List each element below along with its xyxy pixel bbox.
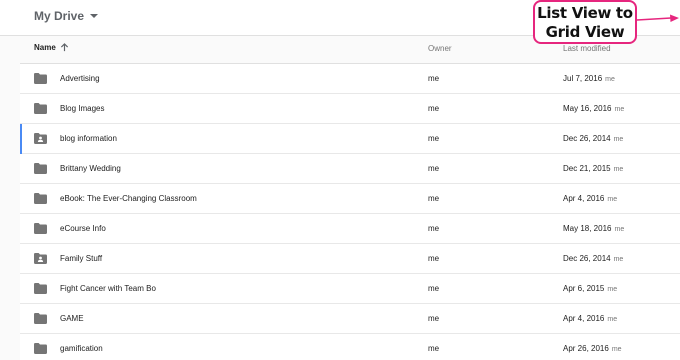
modified-date: Dec 26, 2014 bbox=[563, 254, 611, 263]
file-owner: me bbox=[428, 134, 440, 143]
drive-title: My Drive bbox=[34, 9, 85, 23]
file-owner: me bbox=[428, 284, 440, 293]
file-row[interactable]: eCourse Info me May 18, 2016 me bbox=[20, 214, 680, 244]
file-owner: me bbox=[428, 314, 440, 323]
file-list: Advertising me Jul 7, 2016 me Blog Images… bbox=[20, 64, 680, 360]
folder-icon bbox=[34, 163, 47, 174]
file-owner: me bbox=[428, 104, 440, 113]
modified-by: me bbox=[613, 256, 624, 263]
file-modified: Dec 21, 2015 me bbox=[563, 164, 623, 173]
arrow-up-icon bbox=[60, 43, 68, 52]
folder-icon bbox=[34, 73, 47, 84]
modified-by: me bbox=[613, 166, 624, 173]
file-name: eCourse Info bbox=[60, 224, 106, 233]
modified-by: me bbox=[614, 226, 625, 233]
file-name: eBook: The Ever-Changing Classroom bbox=[60, 194, 197, 203]
modified-by: me bbox=[613, 136, 624, 143]
folder-icon bbox=[34, 223, 47, 234]
file-row[interactable]: gamification me Apr 26, 2016 me bbox=[20, 334, 680, 360]
shared-folder-icon bbox=[34, 133, 47, 144]
modified-by: me bbox=[614, 106, 625, 113]
file-owner: me bbox=[428, 164, 440, 173]
last-modified-column-label[interactable]: Last modified bbox=[563, 44, 611, 53]
modified-by: me bbox=[607, 286, 618, 293]
modified-date: Jul 7, 2016 bbox=[563, 74, 603, 83]
file-name: Advertising bbox=[60, 74, 100, 83]
file-name: Family Stuff bbox=[60, 254, 103, 263]
file-owner: me bbox=[428, 344, 440, 353]
file-name: Brittany Wedding bbox=[60, 164, 121, 173]
folder-icon bbox=[34, 313, 47, 324]
modified-date: Dec 26, 2014 bbox=[563, 134, 611, 143]
file-owner: me bbox=[428, 224, 440, 233]
file-row[interactable]: Advertising me Jul 7, 2016 me bbox=[20, 64, 680, 94]
modified-by: me bbox=[611, 346, 622, 353]
file-owner: me bbox=[428, 254, 440, 263]
modified-date: Apr 4, 2016 bbox=[563, 194, 605, 203]
owner-column-label[interactable]: Owner bbox=[428, 44, 452, 53]
file-modified: Dec 26, 2014 me bbox=[563, 254, 623, 263]
file-modified: Apr 4, 2016 me bbox=[563, 314, 617, 323]
file-modified: Apr 4, 2016 me bbox=[563, 194, 617, 203]
modified-date: May 16, 2016 bbox=[563, 104, 612, 113]
file-modified: Jul 7, 2016 me bbox=[563, 74, 615, 83]
modified-by: me bbox=[607, 316, 618, 323]
annotation-callout: List View to Grid View bbox=[533, 0, 637, 44]
file-name: Fight Cancer with Team Bo bbox=[60, 284, 156, 293]
modified-date: May 18, 2016 bbox=[563, 224, 612, 233]
file-row[interactable]: Brittany Wedding me Dec 21, 2015 me bbox=[20, 154, 680, 184]
file-name: gamification bbox=[60, 344, 103, 353]
callout-line-1: List View to bbox=[537, 4, 633, 22]
modified-date: Apr 4, 2016 bbox=[563, 314, 605, 323]
file-owner: me bbox=[428, 74, 440, 83]
file-row[interactable]: eBook: The Ever-Changing Classroom me Ap… bbox=[20, 184, 680, 214]
name-column-label: Name bbox=[34, 43, 56, 52]
modified-date: Apr 26, 2016 bbox=[563, 344, 609, 353]
file-modified: May 16, 2016 me bbox=[563, 104, 624, 113]
file-owner: me bbox=[428, 194, 440, 203]
folder-icon bbox=[34, 283, 47, 294]
file-row[interactable]: Blog Images me May 16, 2016 me bbox=[20, 94, 680, 124]
file-modified: Dec 26, 2014 me bbox=[563, 134, 623, 143]
file-row[interactable]: Family Stuff me Dec 26, 2014 me bbox=[20, 244, 680, 274]
file-name: GAME bbox=[60, 314, 84, 323]
callout-line-2: Grid View bbox=[545, 23, 625, 41]
file-row[interactable]: Fight Cancer with Team Bo me Apr 6, 2015… bbox=[20, 274, 680, 304]
modified-date: Apr 6, 2015 bbox=[563, 284, 605, 293]
modified-by: me bbox=[607, 196, 618, 203]
file-modified: Apr 6, 2015 me bbox=[563, 284, 617, 293]
caret-down-icon bbox=[90, 14, 99, 18]
left-rail bbox=[0, 36, 20, 360]
folder-icon bbox=[34, 103, 47, 114]
modified-by: me bbox=[605, 76, 615, 83]
callout-arrow-icon bbox=[637, 14, 679, 22]
file-modified: May 18, 2016 me bbox=[563, 224, 624, 233]
sort-by-name[interactable]: Name bbox=[34, 43, 69, 52]
shared-folder-icon bbox=[34, 253, 47, 264]
my-drive-dropdown[interactable]: My Drive bbox=[34, 9, 99, 23]
file-name: Blog Images bbox=[60, 104, 105, 113]
folder-icon bbox=[34, 193, 47, 204]
file-row[interactable]: GAME me Apr 4, 2016 me bbox=[20, 304, 680, 334]
folder-icon bbox=[34, 343, 47, 354]
file-row[interactable]: blog information me Dec 26, 2014 me bbox=[20, 124, 680, 154]
modified-date: Dec 21, 2015 bbox=[563, 164, 611, 173]
file-name: blog information bbox=[60, 134, 117, 143]
file-modified: Apr 26, 2016 me bbox=[563, 344, 622, 353]
